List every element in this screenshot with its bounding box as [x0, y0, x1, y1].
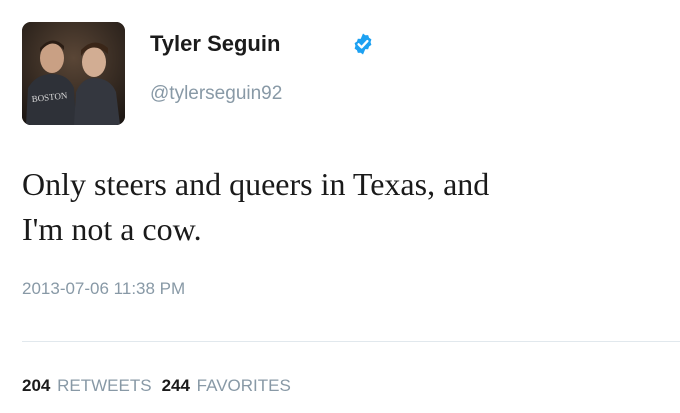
favorites-count: 244 — [161, 376, 190, 395]
retweets-label: RETWEETS — [57, 376, 152, 395]
retweets-count: 204 — [22, 376, 51, 395]
tweet-text-line-2: I'm not a cow. — [22, 211, 202, 247]
favorites-stat[interactable]: 244 FAVORITES — [162, 376, 291, 395]
retweets-stat[interactable]: 204 RETWEETS — [22, 376, 152, 395]
tweet-text-line-1: Only steers and queers in Texas, and — [22, 166, 490, 202]
avatar[interactable]: BOSTON — [22, 22, 125, 125]
tweet-timestamp[interactable]: 2013-07-06 11:38 PM — [22, 279, 185, 299]
display-name[interactable]: Tyler Seguin — [150, 31, 280, 57]
tweet-stats: 204 RETWEETS 244 FAVORITES — [22, 376, 291, 396]
favorites-label: FAVORITES — [196, 376, 291, 395]
user-handle[interactable]: @tylerseguin92 — [150, 83, 282, 105]
divider — [22, 341, 680, 342]
verified-badge-icon — [354, 33, 372, 55]
tweet-card: BOSTON Tyler Seguin @tylerseguin92 Only … — [0, 0, 680, 413]
avatar-photo: BOSTON — [22, 22, 125, 125]
tweet-text: Only steers and queers in Texas, and I'm … — [22, 162, 662, 252]
